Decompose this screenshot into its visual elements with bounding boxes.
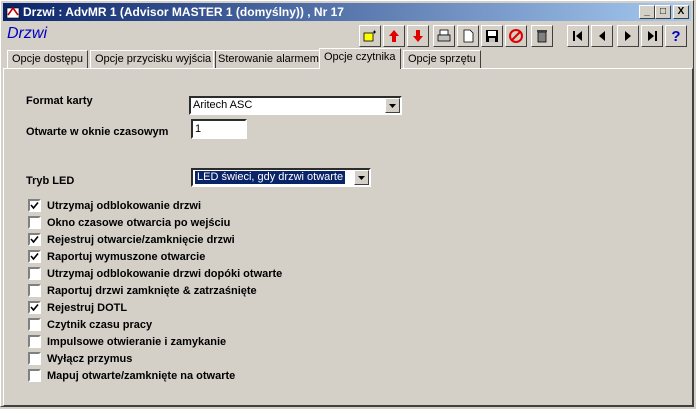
checkbox[interactable] <box>28 301 41 314</box>
checkbox-row[interactable]: Czytnik czasu pracy <box>28 317 152 332</box>
next-record-icon[interactable] <box>617 25 639 47</box>
tab-exit-button-options[interactable]: Opcje przycisku wyjścia <box>90 50 217 68</box>
checkbox[interactable] <box>28 233 41 246</box>
checkbox-row[interactable]: Rejestruj otwarcie/zamknięcie drzwi <box>28 232 235 247</box>
cancel-icon[interactable] <box>505 25 527 47</box>
checkbox[interactable] <box>28 267 41 280</box>
checkmark-icon <box>30 252 39 261</box>
checkbox-row[interactable]: Utrzymaj odblokowanie drzwi <box>28 198 201 213</box>
last-record-icon[interactable] <box>641 25 663 47</box>
checkbox-row[interactable]: Impulsowe otwieranie i zamykanie <box>28 334 226 349</box>
minimize-button[interactable]: _ <box>639 5 655 19</box>
delete-icon[interactable] <box>531 25 553 47</box>
led-mode-select[interactable]: LED świeci, gdy drzwi otwarte <box>191 168 371 187</box>
time-window-label: Otwarte w oknie czasowym <box>26 126 169 138</box>
checkbox[interactable] <box>28 352 41 365</box>
section-title: Drzwi <box>7 25 47 42</box>
checkbox-label: Mapuj otwarte/zamknięte na otwarte <box>47 369 236 382</box>
window-title: Drzwi : AdvMR 1 (Advisor MASTER 1 (domyś… <box>23 5 344 19</box>
checkbox-label: Utrzymaj odblokowanie drzwi <box>47 199 202 212</box>
checkbox-label: Raportuj wymuszone otwarcie <box>47 250 206 263</box>
checkbox-label: Czytnik czasu pracy <box>47 318 153 331</box>
reader-options-panel: Format karty Aritech ASC Otwarte w oknie… <box>3 68 693 406</box>
checkbox[interactable] <box>28 335 41 348</box>
arrow-up-icon[interactable] <box>383 25 405 47</box>
card-format-select[interactable]: Aritech ASC <box>189 96 402 115</box>
chevron-down-icon[interactable] <box>354 170 369 185</box>
title-bar[interactable]: Drzwi : AdvMR 1 (Advisor MASTER 1 (domyś… <box>3 3 691 21</box>
svg-text:?: ? <box>671 28 680 44</box>
tab-hardware-options[interactable]: Opcje sprzętu <box>403 50 481 68</box>
checkbox-label: Raportuj drzwi zamknięte & zatrzaśnięte <box>47 284 257 297</box>
checkbox-row[interactable]: Mapuj otwarte/zamknięte na otwarte <box>28 368 235 383</box>
checkbox-label: Okno czasowe otwarcia po wejściu <box>47 216 231 229</box>
previous-record-icon[interactable] <box>591 25 613 47</box>
help-icon[interactable]: ? <box>665 25 687 47</box>
checkbox[interactable] <box>28 250 41 263</box>
tab-reader-options[interactable]: Opcje czytnika <box>319 48 401 69</box>
checkbox-label: Impulsowe otwieranie i zamykanie <box>47 335 227 348</box>
header-row: Drzwi ? <box>3 23 691 47</box>
close-button[interactable]: X <box>673 5 689 19</box>
checkbox[interactable] <box>28 318 41 331</box>
checkmark-icon <box>30 235 39 244</box>
checkmark-icon <box>30 303 39 312</box>
checkbox[interactable] <box>28 199 41 212</box>
checkbox-label: Utrzymaj odblokowanie drzwi dopóki otwar… <box>47 267 283 280</box>
save-icon[interactable] <box>481 25 503 47</box>
led-mode-label: Tryb LED <box>26 175 75 187</box>
chevron-down-icon[interactable] <box>385 98 400 113</box>
app-icon <box>6 6 20 19</box>
maximize-button[interactable]: □ <box>655 5 671 19</box>
checkbox-row[interactable]: Utrzymaj odblokowanie drzwi dopóki otwar… <box>28 266 282 281</box>
arrow-down-icon[interactable] <box>407 25 429 47</box>
card-format-value: Aritech ASC <box>193 99 253 111</box>
checkbox-label: Rejestruj otwarcie/zamknięcie drzwi <box>47 233 235 246</box>
card-format-label: Format karty <box>26 95 93 107</box>
time-window-input[interactable]: 1 <box>191 119 247 139</box>
checkbox-row[interactable]: Wyłącz przymus <box>28 351 132 366</box>
led-mode-value: LED świeci, gdy drzwi otwarte <box>195 171 346 184</box>
checkbox-row[interactable]: Raportuj wymuszone otwarcie <box>28 249 205 264</box>
checkbox[interactable] <box>28 216 41 229</box>
tab-alarm-control[interactable]: Sterowanie alarmem <box>213 50 324 68</box>
checkbox[interactable] <box>28 284 41 297</box>
checkbox-row[interactable]: Raportuj drzwi zamknięte & zatrzaśnięte <box>28 283 257 298</box>
application-window: Drzwi : AdvMR 1 (Advisor MASTER 1 (domyś… <box>0 0 694 407</box>
checkbox-label: Wyłącz przymus <box>47 352 133 365</box>
find-icon[interactable] <box>359 25 381 47</box>
checkbox[interactable] <box>28 369 41 382</box>
print-icon[interactable] <box>433 25 455 47</box>
tab-strip: Opcje dostępu Opcje przycisku wyjścia St… <box>3 48 693 69</box>
checkmark-icon <box>30 201 39 210</box>
first-record-icon[interactable] <box>567 25 589 47</box>
checkbox-label: Rejestruj DOTL <box>47 301 128 314</box>
tab-access-options[interactable]: Opcje dostępu <box>7 50 88 68</box>
checkbox-row[interactable]: Okno czasowe otwarcia po wejściu <box>28 215 230 230</box>
checkbox-row[interactable]: Rejestruj DOTL <box>28 300 127 315</box>
new-page-icon[interactable] <box>457 25 479 47</box>
